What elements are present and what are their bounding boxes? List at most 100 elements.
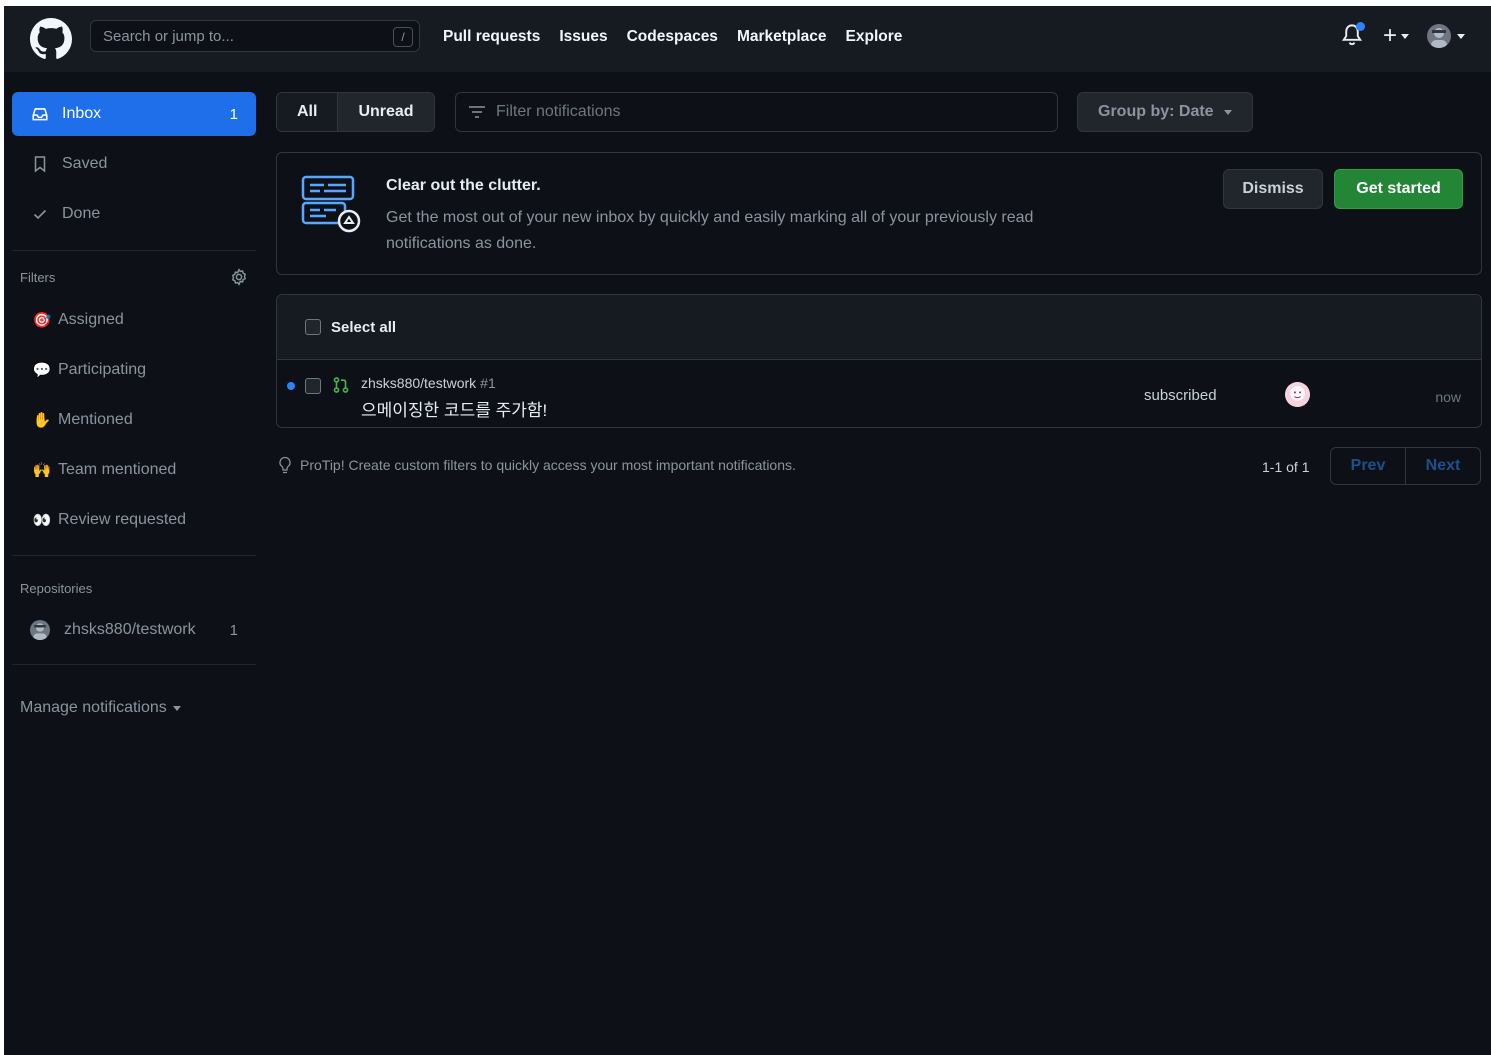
divider — [12, 250, 256, 251]
list-item[interactable]: zhsks880/testwork #1 으메이징한 코드를 주가함! subsc… — [277, 360, 1481, 427]
group-by-label: Group by: Date — [1098, 103, 1214, 120]
banner-description: Get the most out of your new inbox by qu… — [386, 209, 1034, 252]
group-by-dropdown[interactable]: Group by: Date — [1077, 92, 1253, 132]
header-actions: + — [1341, 22, 1465, 50]
notification-time: now — [1435, 389, 1461, 405]
sidebar-item-inbox[interactable]: Inbox 1 — [12, 92, 256, 136]
raised-hand-icon: ✋ — [32, 412, 52, 429]
search-input[interactable] — [91, 26, 385, 46]
sidebar-item-label: Inbox — [62, 105, 102, 122]
filter-participating[interactable]: 💬 Participating — [12, 345, 256, 395]
notifications-sidebar: Inbox 1 Saved Done Filters 🎯 Assigned 💬 … — [12, 92, 256, 723]
divider — [12, 664, 256, 665]
onboarding-banner: Clear out the clutter. Get the most out … — [276, 152, 1482, 275]
notification-reason: subscribed — [1144, 387, 1217, 404]
filter-icon — [469, 106, 485, 118]
chevron-down-icon — [1401, 33, 1409, 39]
chevron-down-icon — [172, 705, 181, 711]
get-started-button[interactable]: Get started — [1334, 169, 1463, 209]
list-header: Select all — [277, 295, 1481, 360]
filter-label: Assigned — [58, 311, 124, 328]
nav-issues[interactable]: Issues — [559, 28, 607, 46]
nav-pull-requests[interactable]: Pull requests — [443, 28, 540, 46]
unread-dot — [287, 382, 295, 390]
filters-list: 🎯 Assigned 💬 Participating ✋ Mentioned 🙌… — [12, 295, 256, 545]
sidebar-item-label: Done — [62, 205, 101, 222]
row-checkbox[interactable] — [305, 378, 321, 394]
filter-team-mentioned[interactable]: 🙌 Team mentioned — [12, 445, 256, 495]
manage-label: Manage notifications — [20, 699, 167, 716]
filter-label: Review requested — [58, 511, 187, 528]
nav-codespaces[interactable]: Codespaces — [627, 28, 718, 46]
repo-count: 1 — [229, 621, 238, 639]
repo-name: zhsks880/testwork — [64, 621, 196, 638]
notifications-bell-button[interactable] — [1341, 22, 1365, 50]
select-all-label: Select all — [331, 318, 397, 336]
repo-name: zhsks880/testwork — [361, 375, 477, 391]
top-nav: Pull requests Issues Codespaces Marketpl… — [443, 28, 902, 46]
filters-label: Filters — [20, 269, 56, 285]
create-new-button[interactable]: + — [1383, 24, 1409, 48]
select-all-checkbox[interactable] — [305, 319, 321, 335]
dismiss-button[interactable]: Dismiss — [1223, 169, 1323, 209]
inbox-icon — [30, 104, 50, 124]
avatar — [30, 620, 50, 640]
filter-label: Team mentioned — [58, 461, 177, 478]
filter-notifications[interactable] — [455, 92, 1058, 132]
prev-button[interactable]: Prev — [1331, 448, 1405, 484]
repositories-heading: Repositories — [12, 576, 256, 600]
global-search[interactable]: / — [90, 20, 420, 52]
eyes-icon: 👀 — [32, 512, 52, 529]
notifications-list: Select all zhsks880/testwork #1 으메이징한 코드를… — [276, 294, 1482, 428]
banner-title: Clear out the clutter. — [386, 177, 541, 194]
filter-mentioned[interactable]: ✋ Mentioned — [12, 395, 256, 445]
gear-icon[interactable] — [230, 268, 248, 286]
target-icon: 🎯 — [32, 312, 52, 329]
notification-repo: zhsks880/testwork #1 — [361, 375, 496, 391]
manage-notifications-button[interactable]: Manage notifications — [12, 693, 256, 723]
filter-label: Participating — [58, 361, 147, 378]
top-header: / Pull requests Issues Codespaces Market… — [4, 6, 1491, 72]
nav-explore[interactable]: Explore — [846, 28, 903, 46]
check-icon — [30, 204, 50, 224]
chevron-down-icon — [1223, 109, 1232, 115]
sidebar-item-done[interactable]: Done — [12, 192, 256, 236]
tab-all[interactable]: All — [277, 93, 338, 131]
speech-bubble-icon: 💬 — [32, 362, 52, 379]
nav-marketplace[interactable]: Marketplace — [737, 28, 827, 46]
tab-unread[interactable]: Unread — [337, 93, 434, 131]
pagination: Prev Next — [1330, 447, 1481, 485]
raised-hands-icon: 🙌 — [32, 462, 52, 479]
pagination-range: 1-1 of 1 — [1262, 459, 1310, 475]
pull-request-icon — [333, 377, 349, 393]
unread-indicator — [1355, 22, 1365, 31]
lightbulb-icon — [279, 456, 291, 474]
avatar — [1427, 24, 1451, 48]
issue-number: #1 — [480, 375, 496, 391]
divider — [12, 555, 256, 556]
repositories-label: Repositories — [20, 580, 93, 596]
filter-label: Mentioned — [58, 411, 133, 428]
filters-heading: Filters — [12, 265, 256, 289]
inbox-illustration-icon — [301, 175, 361, 233]
plus-icon: + — [1382, 22, 1397, 49]
inbox-count: 1 — [229, 105, 238, 123]
read-filter-toggle: All Unread — [276, 92, 435, 132]
search-shortcut-key: / — [393, 27, 413, 47]
sidebar-item-label: Saved — [62, 155, 108, 172]
filter-input[interactable] — [494, 102, 1038, 122]
filter-review-requested[interactable]: 👀 Review requested — [12, 495, 256, 545]
protip: ProTip! Create custom filters to quickly… — [278, 456, 796, 474]
bookmark-icon — [30, 154, 50, 174]
notification-title[interactable]: 으메이징한 코드를 주가함! — [361, 396, 547, 421]
protip-text: ProTip! Create custom filters to quickly… — [300, 457, 796, 473]
app-window: / Pull requests Issues Codespaces Market… — [4, 6, 1491, 1055]
chevron-down-icon — [1457, 33, 1465, 39]
filter-assigned[interactable]: 🎯 Assigned — [12, 295, 256, 345]
github-logo-icon[interactable] — [30, 18, 72, 60]
sidebar-item-repo[interactable]: zhsks880/testwork 1 — [12, 610, 256, 650]
avatar — [1285, 382, 1310, 407]
user-menu-button[interactable] — [1427, 24, 1465, 48]
next-button[interactable]: Next — [1405, 448, 1480, 484]
sidebar-item-saved[interactable]: Saved — [12, 142, 256, 186]
